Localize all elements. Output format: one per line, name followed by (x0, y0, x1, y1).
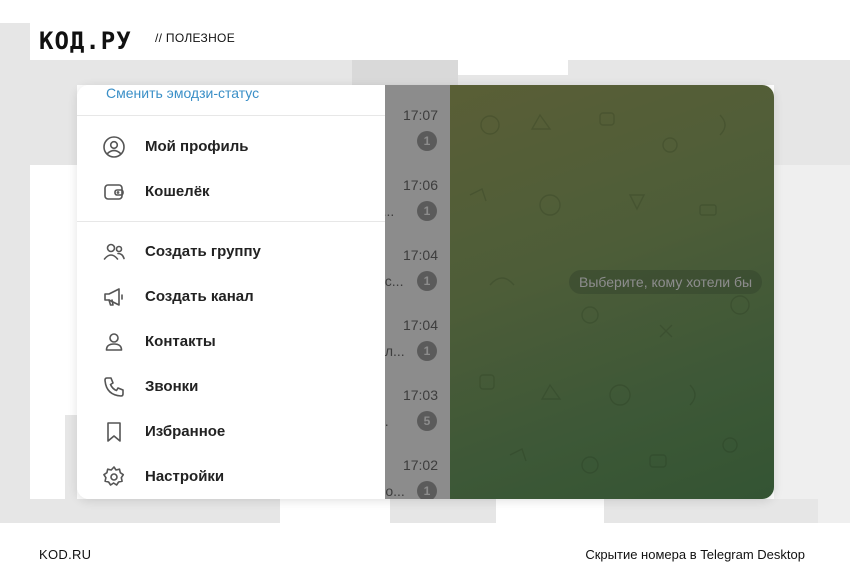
background-block (30, 60, 352, 85)
background-block (0, 23, 30, 523)
background-block (390, 499, 496, 523)
menu-item-label: Кошелёк (145, 183, 210, 200)
menu-item-label: Настройки (145, 468, 225, 485)
background-block (568, 60, 850, 85)
menu-item-create-group[interactable]: Создать группу (77, 229, 385, 274)
site-tagline: // ПОЛЕЗНОЕ (155, 31, 235, 45)
wallet-icon (102, 180, 126, 204)
telegram-window: 17:07 1 17:06 у... 1 17:04 ес... 1 17:04… (77, 85, 774, 499)
background-block (0, 499, 280, 523)
menu-item-calls[interactable]: Звонки (77, 364, 385, 409)
menu-item-label: Избранное (145, 423, 226, 440)
footer-article-title: Скрытие номера в Telegram Desktop (585, 547, 805, 562)
gear-icon (102, 465, 126, 489)
side-menu: Сменить эмодзи-статус Мой профиль Кошелё… (77, 85, 385, 499)
menu-item-label: Создать канал (145, 288, 254, 305)
menu-item-contacts[interactable]: Контакты (77, 319, 385, 364)
phone-icon (102, 375, 126, 399)
megaphone-icon (102, 285, 126, 309)
menu-item-settings[interactable]: Настройки (77, 454, 385, 499)
menu-item-wallet[interactable]: Кошелёк (77, 169, 385, 214)
menu-item-label: Контакты (145, 333, 216, 350)
change-emoji-status-link[interactable]: Сменить эмодзи-статус (106, 85, 259, 101)
menu-item-label: Создать группу (145, 243, 261, 260)
menu-backdrop[interactable] (385, 85, 774, 499)
group-icon (102, 240, 126, 264)
background-block (30, 85, 77, 165)
background-block (774, 85, 850, 165)
menu-item-saved-messages[interactable]: Избранное (77, 409, 385, 454)
background-block (352, 60, 458, 85)
contact-icon (102, 330, 126, 354)
site-logo: КОД.РУ (39, 27, 132, 55)
background-block (458, 75, 568, 85)
menu-divider (77, 221, 385, 222)
profile-icon (102, 135, 126, 159)
menu-item-my-profile[interactable]: Мой профиль (77, 124, 385, 169)
menu-item-create-channel[interactable]: Создать канал (77, 274, 385, 319)
menu-divider (77, 115, 385, 116)
footer-site-name: KOD.RU (39, 547, 92, 562)
background-block (774, 165, 850, 523)
background-block (604, 499, 818, 523)
menu-item-label: Мой профиль (145, 138, 249, 155)
bookmark-icon (102, 420, 126, 444)
menu-item-label: Звонки (145, 378, 199, 395)
